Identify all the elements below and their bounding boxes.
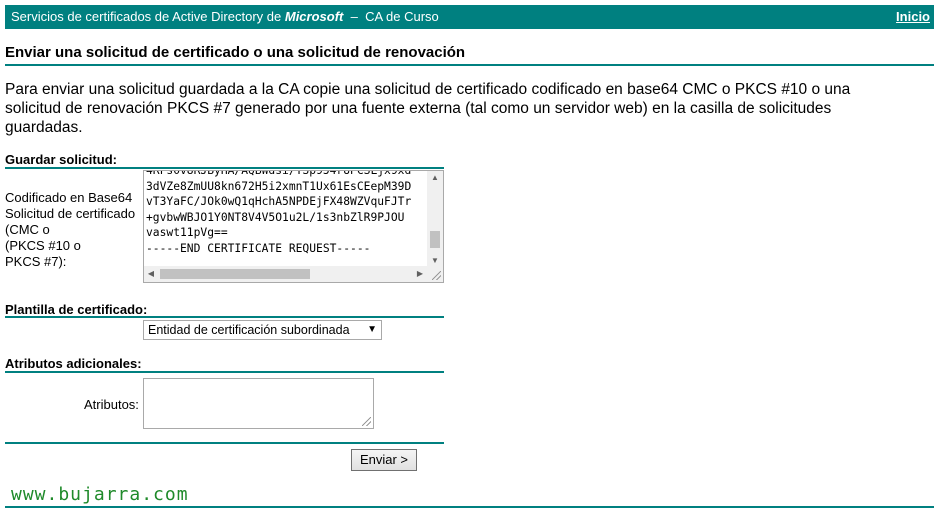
saved-request-label: Codificado en Base64 Solicitud de certif… bbox=[5, 190, 136, 269]
attributes-heading: Atributos adicionales: bbox=[5, 356, 142, 371]
template-select[interactable]: Entidad de certificación subordinada ▼ bbox=[143, 320, 382, 340]
scroll-thumb[interactable] bbox=[160, 269, 310, 279]
header-title: Servicios de certificados de Active Dire… bbox=[11, 9, 439, 24]
divider bbox=[5, 442, 444, 444]
scroll-up-icon[interactable]: ▲ bbox=[427, 171, 443, 185]
attributes-label: Atributos: bbox=[84, 397, 139, 412]
scroll-thumb[interactable] bbox=[430, 231, 440, 248]
horizontal-scrollbar[interactable]: ◀ ▶ bbox=[144, 266, 427, 282]
vertical-scrollbar[interactable]: ▲ ▼ bbox=[427, 171, 443, 268]
header-bar: Servicios de certificados de Active Dire… bbox=[5, 5, 934, 29]
scroll-right-icon[interactable]: ▶ bbox=[413, 266, 427, 282]
saved-request-value[interactable]: 4RFs0v8RJByHA/AQBWdsi/YSp954rUPCSLjx9xd … bbox=[146, 171, 428, 260]
page-title: Enviar una solicitud de certificado o un… bbox=[5, 44, 466, 61]
divider bbox=[5, 167, 444, 169]
brand-name: Microsoft bbox=[284, 9, 344, 24]
chevron-down-icon: ▼ bbox=[367, 324, 377, 335]
divider bbox=[5, 316, 444, 318]
template-heading: Plantilla de certificado: bbox=[5, 302, 148, 317]
intro-text: Para enviar una solicitud guardada a la … bbox=[5, 81, 851, 136]
saved-request-textarea[interactable]: 4RFs0v8RJByHA/AQBWdsi/YSp954rUPCSLjx9xd … bbox=[143, 170, 444, 283]
watermark: www.bujarra.com bbox=[11, 484, 189, 505]
ca-name: CA de Curso bbox=[365, 9, 439, 24]
attributes-textarea[interactable] bbox=[143, 378, 374, 429]
divider bbox=[5, 371, 444, 373]
resize-grip-icon[interactable] bbox=[362, 417, 371, 426]
divider bbox=[5, 64, 934, 66]
resize-grip-icon[interactable] bbox=[432, 271, 441, 280]
home-link[interactable]: Inicio bbox=[896, 5, 930, 29]
submit-button[interactable]: Enviar > bbox=[351, 449, 417, 471]
template-selected-value: Entidad de certificación subordinada bbox=[148, 323, 350, 337]
divider bbox=[5, 506, 934, 508]
saved-request-heading: Guardar solicitud: bbox=[5, 152, 117, 167]
scroll-left-icon[interactable]: ◀ bbox=[144, 266, 158, 282]
resize-corner[interactable] bbox=[427, 266, 443, 282]
